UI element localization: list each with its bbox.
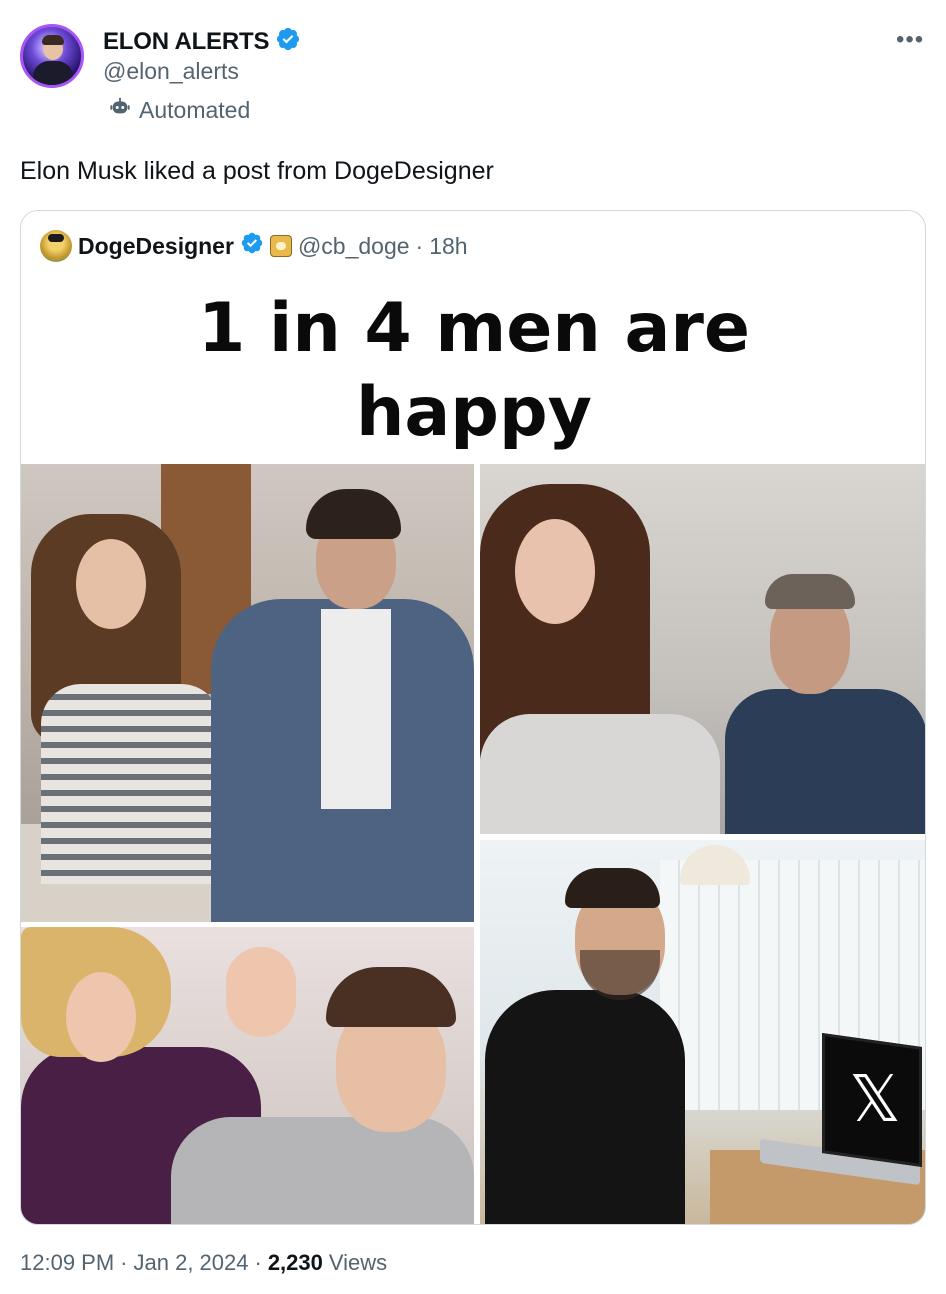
views-label: Views — [328, 1250, 388, 1275]
author-name-row[interactable]: ELON ALERTS — [103, 26, 301, 57]
meme-panel-man-with-laptop: 𝕏 — [480, 840, 925, 1224]
tweet-date[interactable]: Jan 2, 2024 — [134, 1250, 249, 1276]
bot-icon — [109, 96, 131, 124]
author-avatar[interactable] — [20, 24, 84, 88]
meme-panel-couple-1 — [21, 464, 474, 922]
separator-dot: · — [254, 1250, 262, 1275]
doge-affiliate-badge-icon — [269, 235, 292, 257]
author-handle[interactable]: @elon_alerts — [103, 58, 239, 85]
automated-text: Automated — [139, 96, 251, 123]
meme-panel-couple-3 — [21, 927, 474, 1224]
meme-image[interactable]: 1 in 4 men are happy 𝕏 — [21, 287, 925, 1224]
quoted-post-time[interactable]: 18h — [429, 233, 467, 260]
meme-caption-band: 1 in 4 men are happy — [21, 287, 925, 462]
tweet-meta: 12:09 PM · Jan 2, 2024 · 2,230 Views — [20, 1250, 387, 1276]
quoted-author-avatar[interactable] — [40, 230, 72, 262]
x-logo-icon: 𝕏 — [849, 1063, 901, 1137]
tweet-time[interactable]: 12:09 PM — [20, 1250, 114, 1276]
verified-badge-icon — [275, 26, 301, 57]
views-count: 2,230 — [267, 1250, 323, 1275]
separator-dot: · — [120, 1250, 128, 1275]
tweet-text: Elon Musk liked a post from DogeDesigner — [20, 157, 494, 185]
automated-label[interactable]: Automated — [109, 96, 250, 124]
separator-dot: · — [415, 232, 424, 259]
meme-caption: 1 in 4 men are happy — [198, 289, 750, 452]
author-display-name[interactable]: ELON ALERTS — [103, 28, 269, 56]
more-options-icon[interactable]: ••• — [896, 26, 924, 54]
quoted-post-card[interactable]: DogeDesigner @cb_doge · 18h 1 in 4 men a… — [20, 210, 926, 1225]
quoted-author-handle[interactable]: @cb_doge — [298, 233, 410, 260]
quoted-author-name[interactable]: DogeDesigner — [78, 233, 234, 260]
verified-badge-icon — [240, 231, 264, 261]
meme-panel-couple-2 — [480, 464, 925, 834]
quoted-post-header: DogeDesigner @cb_doge · 18h — [40, 230, 468, 262]
